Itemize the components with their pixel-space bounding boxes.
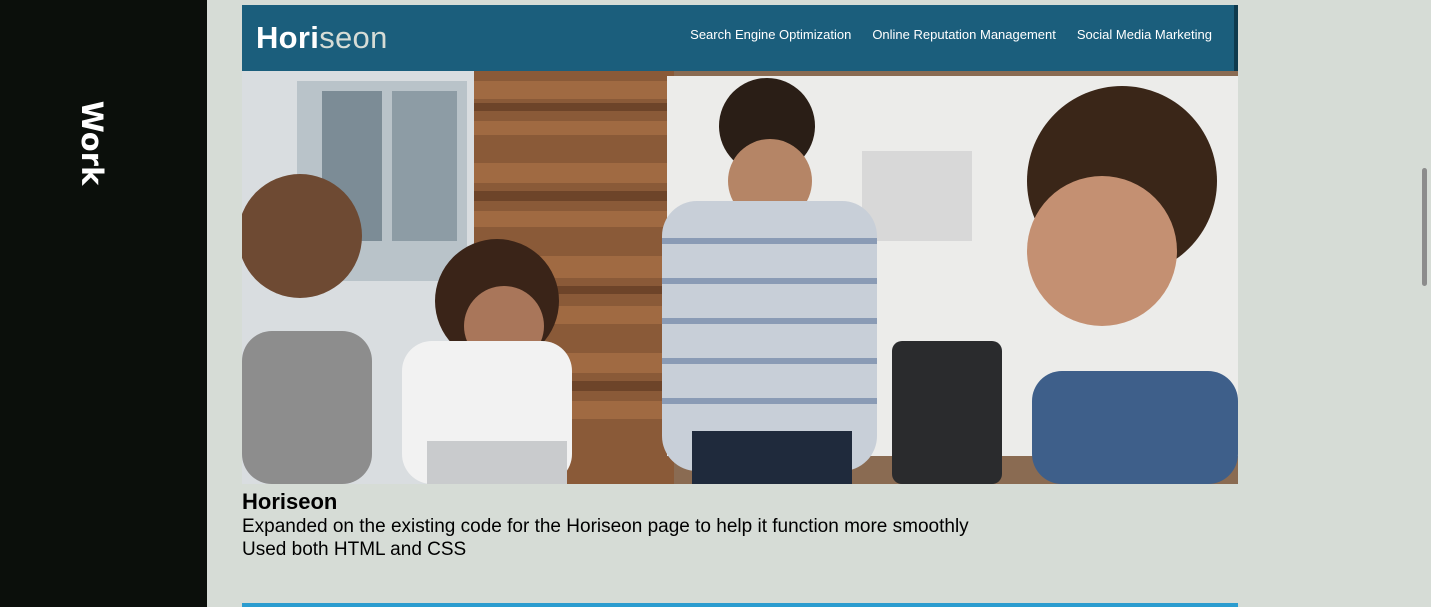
hero-image xyxy=(242,71,1238,484)
next-project-edge xyxy=(242,603,1238,607)
section-title: Work xyxy=(72,98,112,188)
project-description: Expanded on the existing code for the Ho… xyxy=(242,516,969,537)
project-title: Horiseon xyxy=(242,489,338,514)
scrollbar-thumb[interactable] xyxy=(1422,168,1427,286)
logo-accent: seon xyxy=(319,20,388,55)
project-screenshot-link[interactable]: Horiseon Search Engine Optimization Onli… xyxy=(242,5,1238,484)
nav-reputation[interactable]: Online Reputation Management xyxy=(872,27,1056,42)
sidebar: Work xyxy=(0,0,207,607)
nav-seo[interactable]: Search Engine Optimization xyxy=(690,27,851,42)
project-tech: Used both HTML and CSS xyxy=(242,539,467,560)
header-edge xyxy=(1234,5,1238,71)
project-card: Horiseon Search Engine Optimization Onli… xyxy=(242,5,1238,561)
section-title-text: Work xyxy=(75,100,109,186)
preview-nav: Search Engine Optimization Online Reputa… xyxy=(690,27,1212,42)
hero-photo-illustration xyxy=(242,71,1238,484)
logo-main: Hori xyxy=(256,20,320,55)
preview-header: Horiseon Search Engine Optimization Onli… xyxy=(242,5,1238,71)
nav-social[interactable]: Social Media Marketing xyxy=(1077,27,1212,42)
preview-logo: Horiseon xyxy=(256,20,388,56)
